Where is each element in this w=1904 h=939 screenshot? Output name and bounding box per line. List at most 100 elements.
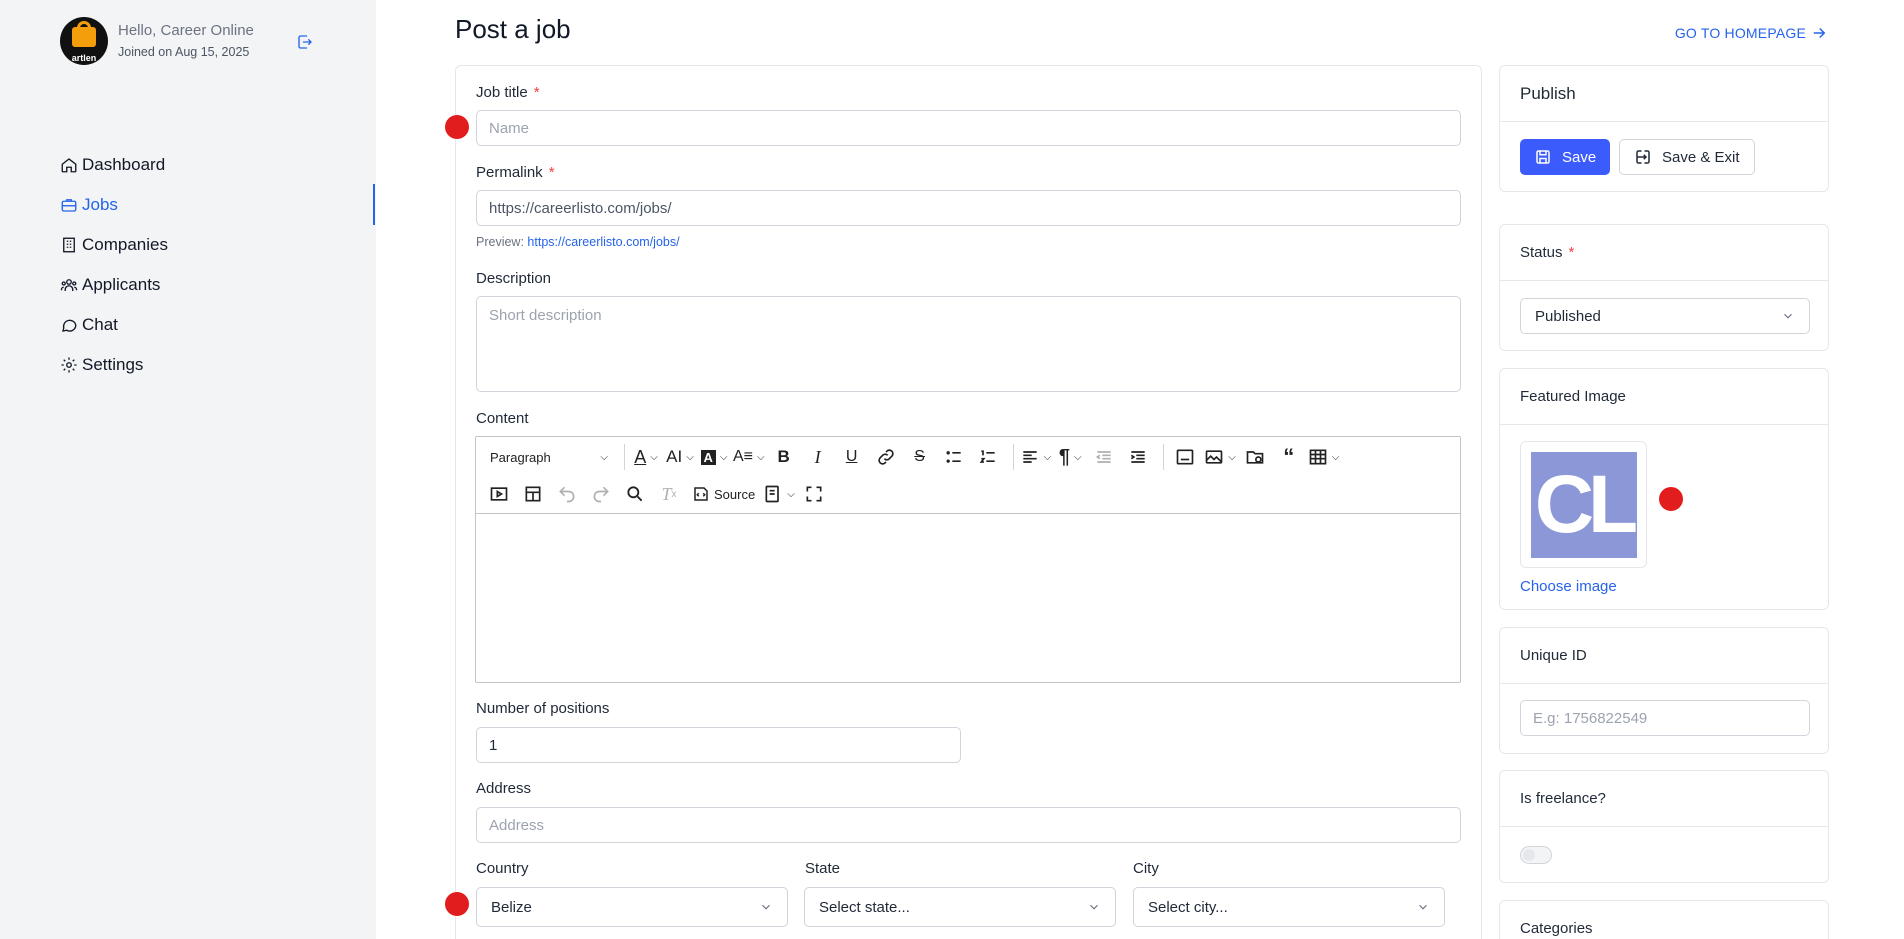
nav-label-companies: Companies <box>82 235 168 254</box>
outdent-icon[interactable] <box>1089 443 1119 471</box>
save-button[interactable]: Save <box>1520 139 1611 175</box>
positions-input[interactable]: 1 <box>476 727 961 763</box>
content-label: Content <box>476 410 529 427</box>
chevron-down-icon <box>1784 313 1792 319</box>
status-label: Status * <box>1500 225 1828 281</box>
permalink-label: Permalink * <box>476 164 555 181</box>
users-icon <box>60 279 78 291</box>
nav-label-settings: Settings <box>82 355 144 374</box>
templates-icon[interactable]: ⌵ <box>763 480 795 508</box>
building-icon <box>63 237 75 253</box>
user-profile: artlen Hello, Career Online Joined on Au… <box>60 17 254 65</box>
undo-icon[interactable] <box>552 480 582 508</box>
paragraph-select[interactable]: Paragraph ⌵ <box>484 443 614 471</box>
description-label: Description <box>476 270 552 287</box>
unique-id-label: Unique ID <box>1500 628 1828 684</box>
remove-format-icon[interactable]: Tx <box>654 480 684 508</box>
italic-icon[interactable]: I <box>803 443 833 471</box>
fullscreen-icon[interactable] <box>799 480 829 508</box>
city-select[interactable]: Select city... <box>1133 887 1445 927</box>
source-button[interactable]: Source <box>688 480 759 508</box>
editor-content-area[interactable] <box>476 514 1460 682</box>
categories-label: Categories <box>1500 901 1828 939</box>
html-embed-icon[interactable] <box>1170 443 1200 471</box>
job-title-label: Job title * <box>476 84 540 101</box>
indent-icon[interactable] <box>1123 443 1153 471</box>
editor-toolbar: Paragraph ⌵ A ⌵ AI ⌵ A ⌵ A≡ ⌵ B I U S ⌵ ¶ ⌵ ⌵ … <box>476 437 1460 514</box>
nav-item-settings[interactable]: Settings <box>60 345 168 385</box>
redo-icon[interactable] <box>586 480 616 508</box>
nav-item-dashboard[interactable]: Dashboard <box>60 145 168 185</box>
main-nav: Dashboard Jobs Companies Applicants Chat… <box>60 145 168 385</box>
strikethrough-icon[interactable]: S <box>905 443 935 471</box>
bulleted-list-icon[interactable] <box>939 443 969 471</box>
font-family-icon[interactable]: A≡ ⌵ <box>733 443 765 471</box>
nav-item-jobs[interactable]: Jobs <box>60 185 168 225</box>
paragraph-direction-icon[interactable]: ¶ ⌵ <box>1055 443 1085 471</box>
thumbnail-logo: CL <box>1530 451 1638 558</box>
font-size-icon[interactable]: AI ⌵ <box>665 443 695 471</box>
go-to-homepage-link[interactable]: GO TO HOMEPAGE <box>1675 24 1828 42</box>
featured-image-label: Featured Image <box>1500 369 1828 425</box>
preview-link[interactable]: https://careerlisto.com/jobs/ <box>527 235 679 249</box>
freelance-label: Is freelance? <box>1500 771 1828 827</box>
address-input[interactable]: Address <box>476 807 1461 843</box>
chevron-down-icon <box>762 904 770 910</box>
marker-dot <box>1659 487 1683 511</box>
image-upload-icon[interactable]: ⌵ <box>1204 443 1236 471</box>
permalink-input[interactable]: https://careerlisto.com/jobs/ <box>476 190 1461 226</box>
country-select[interactable]: Belize <box>476 887 788 927</box>
nav-item-chat[interactable]: Chat <box>60 305 168 345</box>
nav-label-dashboard: Dashboard <box>82 155 166 174</box>
positions-label: Number of positions <box>476 700 610 717</box>
link-icon[interactable] <box>871 443 901 471</box>
marker-dot <box>445 115 469 139</box>
nav-item-companies[interactable]: Companies <box>60 225 168 265</box>
chevron-down-icon <box>1419 904 1427 910</box>
nav-item-applicants[interactable]: Applicants <box>60 265 168 305</box>
nav-label-applicants: Applicants <box>82 275 161 294</box>
page-title: Post a job <box>455 14 571 44</box>
avatar-text: artlen <box>71 53 97 63</box>
address-label: Address <box>476 780 532 797</box>
grid-layout-icon[interactable] <box>518 480 548 508</box>
state-select[interactable]: Select state... <box>804 887 1116 927</box>
logout-icon[interactable] <box>296 33 314 51</box>
freelance-panel: Is freelance? <box>1499 770 1829 883</box>
job-title-input[interactable]: Name <box>476 110 1461 146</box>
joined-date: Joined on Aug 15, 2025 <box>118 45 250 59</box>
choose-image-link[interactable]: Choose image <box>1520 578 1617 595</box>
description-textarea[interactable]: Short description <box>476 296 1461 392</box>
underline-icon[interactable]: U <box>837 443 867 471</box>
marker-dot <box>445 892 469 916</box>
rich-text-editor: Paragraph ⌵ A ⌵ AI ⌵ A ⌵ A≡ ⌵ B I U S ⌵ ¶ ⌵ ⌵ … <box>475 436 1461 683</box>
media-browser-icon[interactable] <box>1240 443 1270 471</box>
unique-id-input[interactable]: E.g: 1756822549 <box>1520 700 1810 736</box>
table-icon[interactable]: ⌵ <box>1308 443 1339 471</box>
font-color-icon[interactable]: A ⌵ <box>631 443 661 471</box>
exit-icon <box>1636 150 1650 164</box>
chat-icon <box>62 319 77 332</box>
country-label: Country <box>476 860 529 877</box>
save-icon <box>1536 150 1550 164</box>
status-panel: Status * Published <box>1499 224 1829 351</box>
bold-icon[interactable]: B <box>769 443 799 471</box>
home-link-label: GO TO HOMEPAGE <box>1674 25 1806 41</box>
blockquote-icon[interactable]: “ <box>1274 443 1304 471</box>
avatar: artlen <box>60 17 108 65</box>
home-icon <box>61 158 77 173</box>
status-select[interactable]: Published <box>1520 298 1810 334</box>
featured-image-thumbnail[interactable]: CL <box>1520 441 1647 568</box>
align-icon[interactable]: ⌵ <box>1020 443 1051 471</box>
find-replace-icon[interactable] <box>620 480 650 508</box>
sidebar: artlen Hello, Career Online Joined on Au… <box>0 0 376 939</box>
freelance-toggle[interactable] <box>1520 846 1552 864</box>
nav-label-chat: Chat <box>82 315 118 334</box>
publish-panel: Publish Save Save & Exit <box>1499 65 1829 192</box>
numbered-list-icon[interactable] <box>973 443 1003 471</box>
media-embed-icon[interactable] <box>484 480 514 508</box>
font-background-icon[interactable]: A ⌵ <box>699 443 729 471</box>
save-exit-button[interactable]: Save & Exit <box>1619 139 1755 175</box>
active-indicator <box>373 184 375 225</box>
state-label: State <box>805 860 841 877</box>
